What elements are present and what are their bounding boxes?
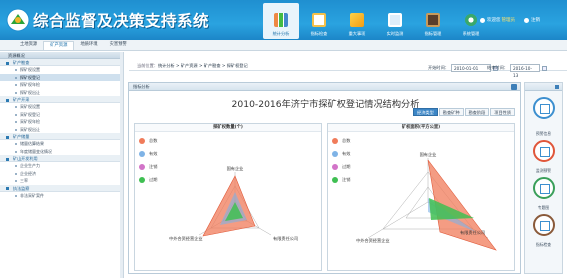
sidebar-item[interactable]: 采矿权登记 [0, 111, 123, 119]
sidebar-group[interactable]: 执法监察 [0, 184, 123, 192]
radar-plot: 国有企业 有限责任公司 中外合资经营企业 [356, 151, 497, 251]
monitor-icon [388, 13, 402, 27]
sidebar-item-active[interactable]: 探矿权登记 [0, 73, 123, 81]
calendar-icon [532, 140, 555, 162]
sidebar-item[interactable]: 探矿权出让 [0, 89, 123, 97]
sidebar-scrollbar[interactable] [120, 52, 123, 278]
sidebar-group[interactable]: 矿产开采 [0, 96, 123, 103]
widget-label: 指标检查 [535, 242, 552, 247]
leaf-icon [532, 214, 555, 236]
right-widget-bar: 预警信息 监测预警 专题图 指标检查 [524, 82, 563, 274]
radar-chart-count: 探矿权数量(个) 总数 有效 注销 过期 国有企业 有限责任公司 中外合资经营企… [134, 123, 322, 271]
app-logo-icon [6, 8, 30, 32]
tab-economic-type[interactable]: 经济类型 [413, 108, 438, 116]
widget-label: 预警信息 [535, 131, 552, 136]
radar-chart-area: 矿权面积(平方公里) 总数 有效 过期 注销 国有企业 有限责任公司 中外合资经… [327, 123, 515, 271]
widget-label: 专题图 [537, 205, 550, 210]
nav-label: 统计分析 [272, 31, 290, 36]
tab-project-nature[interactable]: 项目性质 [490, 108, 516, 116]
bar-chart-icon [274, 13, 288, 27]
sidebar-item[interactable]: 探矿权年检 [0, 81, 123, 89]
analysis-panel: 指标分析 2010-2016年济宁市探矿权登记情况结构分析 经济类型 勘查矿种 … [128, 82, 521, 274]
panel-header-label: 指标分析 [133, 84, 150, 89]
user-icon [480, 17, 485, 23]
widget-check[interactable]: 指标检查 [527, 242, 560, 276]
sidebar-item[interactable]: 三率 [0, 177, 123, 185]
sidebar: 资源概况 矿产勘查 探矿权设置 探矿权登记 探矿权年检 探矿权出让 矿产开采 采… [0, 52, 124, 278]
tab-disaster[interactable]: 灾害预警 [104, 41, 133, 50]
sidebar-header: 资源概况 [0, 52, 123, 59]
right-bar-header [525, 83, 562, 91]
user-area: 欢迎您 管理员 注销 [478, 17, 540, 23]
nav-label: 重大事项 [348, 31, 366, 36]
nav-stat-analysis[interactable]: 统计分析 [263, 3, 299, 39]
axis-label: 国有企业 [420, 151, 437, 158]
nav-index-check[interactable]: 指标检查 [301, 3, 337, 39]
tab-land[interactable]: 土地资源 [14, 41, 43, 50]
grid-icon [532, 97, 555, 119]
header: 综合监督及决策支持系统 统计分析 指标检查 重大事项 实时监测 指标管理 系统管… [0, 0, 567, 40]
sidebar-item[interactable]: 探矿权设置 [0, 66, 123, 74]
chart-heading: 矿权面积(平方公里) [328, 124, 514, 132]
axis-label: 中外合资经营企业 [169, 235, 203, 242]
calendar-icon[interactable] [541, 65, 547, 71]
module-tabs: 土地资源 矿产资源 地质环境 灾害预警 [0, 40, 567, 51]
sidebar-group[interactable]: 矿产储量 [0, 133, 123, 140]
widget-thematic[interactable]: 专题图 [527, 205, 560, 239]
sidebar-item[interactable]: 非法采矿案件 [0, 192, 123, 200]
nav-index-manage[interactable]: 指标管理 [415, 3, 451, 39]
radar-plot: 国有企业 有限责任公司 中外合资经营企业 [169, 165, 298, 242]
panel-header: 指标分析 [129, 83, 520, 91]
axis-label: 有限责任公司 [273, 235, 298, 242]
chart-heading: 探矿权数量(个) [135, 124, 321, 132]
widget-warning[interactable]: 预警信息 [527, 131, 560, 165]
logout-link[interactable]: 注销 [531, 17, 540, 23]
top-nav: 统计分析 指标检查 重大事项 实时监测 指标管理 系统管理 [263, 3, 491, 39]
sidebar-item[interactable]: 年度储量变化情况 [0, 148, 123, 156]
nav-label: 实时监测 [386, 31, 404, 36]
briefcase-icon [426, 13, 440, 27]
app-title: 综合监督及决策支持系统 [33, 12, 210, 30]
tree-icon [532, 177, 555, 199]
gear-icon [464, 13, 478, 27]
start-date-input[interactable]: 2010-01-01 [450, 64, 491, 72]
sidebar-item[interactable]: 企业生产力 [0, 162, 123, 170]
breadcrumb-prefix: 当前位置： [137, 63, 158, 68]
tab-mineral[interactable]: 矿产资源 [43, 41, 75, 50]
widget-label: 监测预警 [535, 168, 552, 173]
nav-major-events[interactable]: 重大事项 [339, 3, 375, 39]
breadcrumb-path: 统计分析 > 矿产资源 > 矿产勘查 > 探矿权登记 [157, 63, 248, 68]
user-name: 管理员 [501, 18, 516, 23]
sidebar-item[interactable]: 采矿权出让 [0, 126, 123, 134]
welcome-text: 欢迎您 [487, 18, 501, 23]
tab-mineral-type[interactable]: 勘查矿种 [438, 108, 464, 116]
end-date-label: 结束时间： [487, 65, 508, 70]
tab-geo-env[interactable]: 地质环境 [74, 41, 103, 50]
axis-label: 中外合资经营企业 [356, 237, 390, 244]
nav-realtime-monitor[interactable]: 实时监测 [377, 3, 413, 39]
power-icon [524, 17, 529, 23]
sidebar-item[interactable]: 储量估算结果 [0, 140, 123, 148]
nav-label: 指标检查 [310, 31, 328, 36]
nav-label: 指标管理 [424, 31, 442, 36]
sidebar-item[interactable]: 采矿权年检 [0, 118, 123, 126]
clipboard-icon [312, 13, 326, 27]
start-date-label: 开始时间： [428, 65, 449, 70]
sidebar-item[interactable]: 采矿权设置 [0, 103, 123, 111]
sidebar-group[interactable]: 矿产勘查 [0, 59, 123, 66]
axis-label: 国有企业 [227, 165, 244, 172]
axis-label: 有限责任公司 [460, 229, 485, 236]
dimension-tabs: 经济类型 勘查矿种 勘查阶段 项目性质 [412, 108, 516, 116]
nav-label: 系统管理 [462, 31, 480, 36]
collapse-icon[interactable] [511, 84, 517, 90]
sidebar-group[interactable]: 矿山开发利用 [0, 155, 123, 162]
end-date-input[interactable]: 2016-10-13 [509, 64, 540, 78]
tab-survey-stage[interactable]: 勘查阶段 [464, 108, 490, 116]
end-date-group: 结束时间： 2016-10-13 [487, 64, 547, 78]
flag-icon [350, 13, 364, 27]
sidebar-item[interactable]: 企业经济 [0, 170, 123, 178]
widget-monitor[interactable]: 监测预警 [527, 168, 560, 202]
widget-stat[interactable] [527, 94, 560, 128]
